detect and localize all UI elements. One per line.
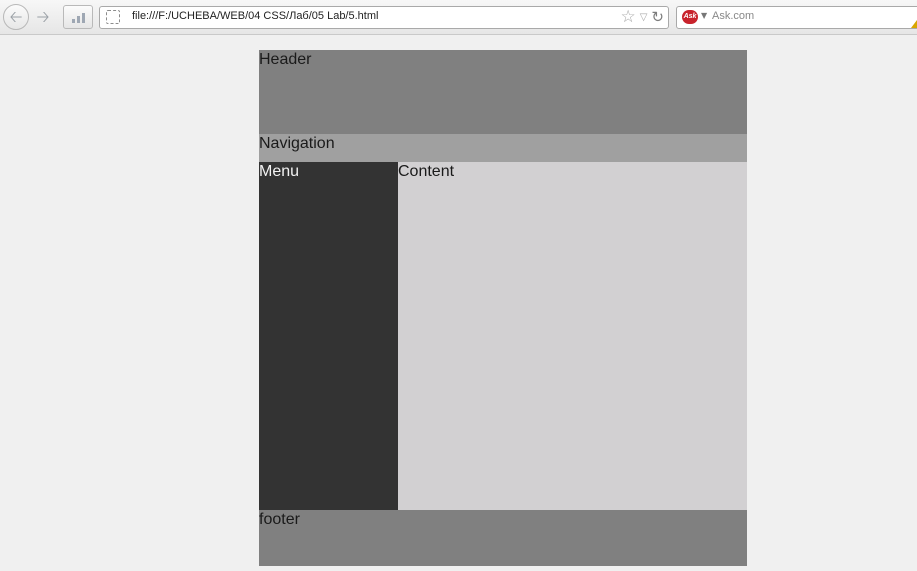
page-layout: Header Navigation Menu Content footer bbox=[259, 50, 747, 566]
address-input[interactable]: file:///F:/UCHEBA/WEB/04 CSS/Лаб/05 Lab/… bbox=[132, 10, 378, 22]
engine-dropdown-icon[interactable]: ▼ bbox=[701, 11, 707, 20]
history-dropdown-icon[interactable]: ▽ bbox=[640, 8, 648, 27]
overflow-icon bbox=[911, 20, 917, 28]
search-input[interactable]: Ask.com bbox=[712, 10, 754, 22]
navigation-block: Navigation bbox=[259, 134, 747, 162]
header-block: Header bbox=[259, 50, 747, 134]
address-bar-actions: ☆ ▽ ↻ bbox=[620, 8, 664, 27]
statistics-button[interactable] bbox=[63, 5, 93, 29]
footer-block: footer bbox=[259, 510, 747, 566]
footer-label: footer bbox=[259, 511, 300, 528]
back-button[interactable]: 🡠 bbox=[3, 4, 29, 30]
site-identity-icon[interactable] bbox=[106, 10, 120, 24]
content-label: Content bbox=[398, 163, 455, 180]
arrow-right-icon: 🡢 bbox=[36, 7, 50, 26]
forward-button[interactable]: 🡢 bbox=[30, 4, 56, 30]
navigation-label: Navigation bbox=[259, 135, 335, 152]
reload-icon[interactable]: ↻ bbox=[651, 8, 664, 27]
bar-chart-icon bbox=[72, 13, 85, 23]
address-bar[interactable]: file:///F:/UCHEBA/WEB/04 CSS/Лаб/05 Lab/… bbox=[99, 6, 669, 29]
menu-block: Menu bbox=[259, 162, 398, 510]
search-bar[interactable]: Ask ▼ Ask.com bbox=[676, 6, 917, 29]
content-block: Content bbox=[398, 162, 747, 510]
arrow-left-icon: 🡠 bbox=[9, 7, 23, 26]
bookmark-star-icon[interactable]: ☆ bbox=[620, 8, 635, 27]
browser-toolbar: 🡠 🡢 file:///F:/UCHEBA/WEB/04 CSS/Лаб/05 … bbox=[0, 0, 917, 35]
menu-label: Menu bbox=[259, 163, 300, 180]
ask-icon[interactable]: Ask bbox=[682, 10, 698, 24]
header-label: Header bbox=[259, 51, 312, 68]
